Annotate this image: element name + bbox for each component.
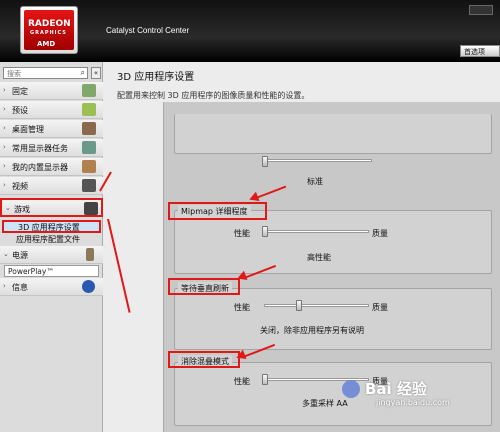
sidebar-item-label: 预设	[12, 106, 28, 115]
logo-sub-text: GRAPHICS	[30, 30, 67, 36]
search-icon[interactable]: ⌕	[81, 68, 85, 78]
slider-thumb[interactable]	[296, 300, 302, 311]
slider-min-label: 性能	[234, 229, 250, 238]
sidebar-subitem-3d-app-settings[interactable]: 3D 应用程序设置	[2, 220, 101, 233]
slider-track[interactable]	[264, 159, 372, 162]
slider-track[interactable]	[264, 304, 369, 307]
watermark-url: jingyan.baidu.com	[376, 398, 450, 407]
collapse-sidebar-button[interactable]: «	[91, 67, 101, 79]
sidebar-item-label: 我的内置显示器	[12, 163, 68, 172]
sidebar-item-label: 固定	[12, 87, 28, 96]
gamepad-icon	[84, 202, 98, 215]
slider-value-label: 多重采样 AA	[302, 399, 348, 408]
search-input[interactable]: 搜索 ⌕	[3, 67, 88, 79]
desktop-icon	[82, 122, 96, 135]
app-header: RADEON GRAPHICS AMD Catalyst Control Cen…	[0, 0, 500, 62]
highlight-box	[168, 202, 267, 220]
sidebar-item-label: 桌面管理	[12, 125, 44, 134]
display-icon	[82, 141, 96, 154]
sidebar-item-label: 游戏	[14, 205, 30, 214]
battery-icon	[86, 248, 94, 261]
chevron-right-icon: ›	[3, 181, 6, 189]
logo-brand-text: RADEON	[28, 19, 71, 29]
baidu-paw-logo	[342, 380, 360, 398]
chevron-right-icon: ›	[3, 143, 6, 151]
sidebar-item-video[interactable]: › 视频	[0, 177, 103, 195]
page-description: 配置用来控制 3D 应用程序的图像质量和性能的设置。	[117, 91, 310, 100]
chevron-right-icon: ›	[3, 105, 6, 113]
sidebar-item-presets[interactable]: › 预设	[0, 101, 103, 119]
sidebar: 搜索 ⌕ « › 固定 › 预设 › 桌面管理 › 常用显示器任务 › 我的内置…	[0, 62, 103, 432]
slider-value-label: 关闭，除非应用程序另有说明	[260, 326, 364, 335]
sidebar-item-power[interactable]: ⌄ 电源	[0, 246, 103, 264]
chevron-down-icon: ⌄	[3, 250, 9, 258]
sidebar-item-desktop-management[interactable]: › 桌面管理	[0, 120, 103, 138]
info-icon	[82, 280, 95, 293]
sidebar-subitem-powerplay[interactable]: PowerPlay™	[4, 265, 99, 277]
sidebar-item-label: 常用显示器任务	[12, 144, 68, 153]
radeon-logo: RADEON GRAPHICS AMD	[20, 6, 78, 54]
slider-min-label: 性能	[234, 377, 250, 386]
sidebar-item-info[interactable]: › 信息	[0, 278, 103, 296]
preset-icon	[82, 103, 96, 116]
slider-track[interactable]	[264, 230, 369, 233]
slider-min-label: 性能	[234, 303, 250, 312]
sidebar-item-pinned[interactable]: › 固定	[0, 82, 103, 100]
slider-thumb[interactable]	[262, 156, 268, 167]
video-icon	[82, 179, 96, 192]
laptop-icon	[82, 160, 96, 173]
watermark: Bai 经验	[365, 380, 427, 398]
slider-thumb[interactable]	[262, 226, 268, 237]
pin-icon	[82, 84, 96, 97]
chevron-right-icon: ›	[3, 282, 6, 290]
chevron-down-icon: ⌄	[5, 204, 11, 212]
highlight-box	[168, 278, 240, 295]
slider-max-label: 质量	[372, 229, 388, 238]
preferences-button[interactable]: 首选项	[460, 45, 500, 57]
chevron-right-icon: ›	[3, 124, 6, 132]
sidebar-subitem-app-profiles[interactable]: 应用程序配置文件	[2, 234, 101, 245]
slider-value-label: 标准	[307, 177, 323, 186]
sidebar-item-gaming[interactable]: ⌄ 游戏	[0, 198, 103, 217]
page-title: 3D 应用程序设置	[117, 72, 195, 83]
sidebar-item-label: 视频	[12, 182, 28, 191]
slider-max-label: 质量	[372, 303, 388, 312]
app-title: Catalyst Control Center	[106, 26, 190, 35]
logo-amd-text: AMD	[37, 40, 56, 48]
chevron-right-icon: ›	[3, 86, 6, 94]
sidebar-item-builtin-display[interactable]: › 我的内置显示器	[0, 158, 103, 176]
slider-value-label: 高性能	[307, 253, 331, 262]
sidebar-item-label: 电源	[12, 251, 28, 260]
sidebar-item-display-tasks[interactable]: › 常用显示器任务	[0, 139, 103, 157]
highlight-box	[168, 351, 240, 368]
search-placeholder: 搜索	[7, 70, 21, 78]
slider-thumb[interactable]	[262, 374, 268, 385]
setting-group-vsync	[174, 288, 492, 350]
setting-group	[174, 114, 492, 154]
settings-panel: 标准 Mipmap 详细程度 性能 质量 高性能 等待垂直刷新 性能 质量 关闭…	[163, 102, 500, 432]
chevron-right-icon: ›	[3, 162, 6, 170]
main-content: 3D 应用程序设置 配置用来控制 3D 应用程序的图像质量和性能的设置。 标准 …	[103, 62, 500, 432]
sidebar-item-label: 信息	[12, 283, 28, 292]
setting-group-antialiasing	[174, 362, 492, 426]
window-control-button[interactable]	[469, 5, 493, 15]
